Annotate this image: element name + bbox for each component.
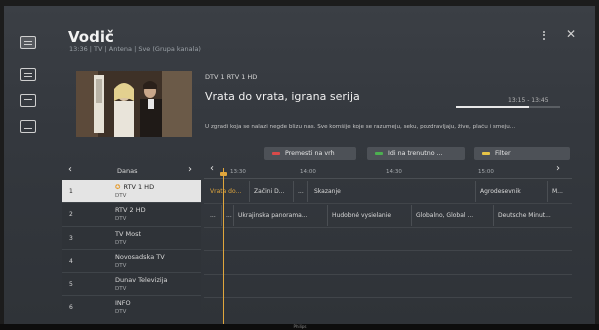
grid-divider (204, 297, 572, 298)
channel-row[interactable]: 1 ✪ RTV 1 HD DTV (62, 180, 201, 204)
recording-icon[interactable] (20, 94, 36, 107)
time-tick: 14:00 (300, 169, 316, 175)
brand-logo: Philips (293, 324, 307, 329)
program-cell[interactable]: Globalno, Global ... (412, 205, 494, 226)
channel-name: RTV 2 HD (115, 206, 146, 215)
go-to-now-button[interactable]: Idi na trenutno ... (367, 147, 465, 160)
grid-divider (204, 250, 572, 251)
day-label: Danas (117, 167, 138, 175)
program-cell[interactable]: Hudobné vysielanie (328, 205, 412, 226)
channel-number: 6 (69, 304, 73, 312)
time-tick: 14:30 (386, 169, 402, 175)
channel-source: DTV (115, 216, 127, 223)
channel-row[interactable]: 3 TV Most DTV (62, 226, 201, 250)
channel-name: ✪ RTV 1 HD (115, 183, 155, 191)
channel-name: TV Most (115, 229, 142, 238)
program-channel: DTV 1 RTV 1 HD (205, 73, 258, 81)
time-tick: 15:00 (478, 169, 494, 175)
chevron-right-icon[interactable]: › (188, 164, 192, 176)
program-cell[interactable]: Ukrajinska panorama... (234, 205, 328, 226)
channel-number: 4 (69, 257, 73, 265)
timeline-header: ‹ 13:30 14:00 14:30 15:00 › (204, 163, 572, 179)
program-title: Vrata do vrata, igrana serija (205, 90, 360, 103)
tv-guide-icon[interactable] (20, 36, 36, 49)
go-to-now-label: Idi na trenutno ... (388, 150, 443, 157)
program-cell[interactable]: Deutsche Minut... (494, 205, 572, 226)
favorite-icon: ✪ (115, 183, 121, 191)
program-progress-bar (456, 106, 560, 108)
current-time-marker (220, 172, 227, 176)
channel-source: DTV (115, 262, 127, 269)
yellow-key-icon (482, 152, 490, 155)
grid-divider (204, 203, 572, 204)
channel-row[interactable]: 2 RTV 2 HD DTV (62, 203, 201, 227)
channel-source: DTV (115, 309, 127, 316)
channel-name: Novosadska TV (115, 252, 165, 261)
channel-number: 2 (69, 211, 73, 219)
list-icon[interactable] (20, 68, 36, 81)
channel-number: 1 (69, 188, 73, 195)
program-progress-fill (456, 106, 529, 108)
channel-source: DTV (115, 193, 127, 199)
current-time-indicator (223, 168, 225, 324)
program-thumbnail (76, 71, 192, 137)
channel-number: 3 (69, 234, 73, 242)
filter-label: Filter (495, 150, 511, 157)
move-to-top-label: Premesti na vrh (285, 150, 335, 157)
program-cell[interactable]: ... (206, 205, 222, 226)
channel-source: DTV (115, 286, 127, 293)
page-subtitle: 13:36 | TV | Antena | Sve (Grupa kanala) (69, 45, 201, 53)
more-vertical-icon[interactable] (541, 29, 547, 43)
program-cell[interactable]: ... (294, 181, 308, 202)
side-rail (14, 26, 42, 146)
move-to-top-button[interactable]: Premesti na vrh (264, 147, 356, 160)
channel-row[interactable]: 6 INFO DTV (62, 296, 201, 317)
channel-name: Dunav Televizija (115, 276, 168, 285)
close-icon[interactable]: ✕ (566, 28, 576, 40)
program-description: U zgradi koja se nalazi negde blizu nas.… (205, 124, 516, 130)
grid-divider (204, 274, 572, 275)
chevron-right-icon[interactable]: › (556, 163, 560, 175)
channel-list: 1 ✪ RTV 1 HD DTV 2 RTV 2 HD DTV 3 TV Most… (62, 180, 201, 317)
channel-source: DTV (115, 239, 127, 246)
program-cell[interactable]: Začini D... (250, 181, 294, 202)
program-cell[interactable]: Skazanje (308, 181, 476, 202)
chevron-left-icon[interactable]: ‹ (68, 164, 72, 176)
channel-name: INFO (115, 299, 131, 308)
channel-number: 5 (69, 281, 73, 289)
grid-divider (204, 227, 572, 228)
red-key-icon (272, 152, 280, 155)
program-cell[interactable]: Vrata do... (206, 181, 250, 202)
page-title: Vodič (68, 28, 114, 46)
program-cell[interactable]: Agrodesevnik (476, 181, 548, 202)
channel-row[interactable]: 4 Novosadska TV DTV (62, 249, 201, 274)
program-row: ... ... Ukrajinska panorama... Hudobné v… (204, 205, 572, 228)
day-selector: ‹ Danas › (62, 164, 201, 178)
program-time: 13:15 - 13:45 (508, 97, 549, 104)
schedule-icon[interactable] (20, 120, 36, 133)
program-cell[interactable]: M... (548, 181, 572, 202)
filter-button[interactable]: Filter (474, 147, 570, 160)
green-key-icon (375, 152, 383, 155)
time-tick: 13:30 (230, 169, 246, 175)
channel-row[interactable]: 5 Dunav Televizija DTV (62, 273, 201, 297)
program-row: Vrata do... Začini D... ... Skazanje Agr… (204, 181, 572, 204)
chevron-left-icon[interactable]: ‹ (210, 163, 214, 175)
